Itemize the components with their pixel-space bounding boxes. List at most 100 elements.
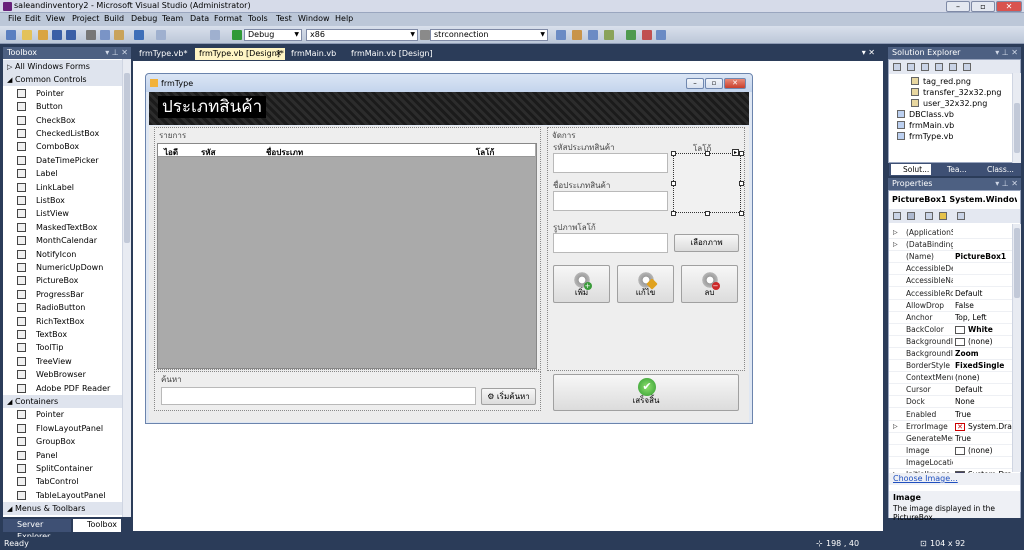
minimize-button[interactable]: – <box>946 1 970 12</box>
menu-format[interactable]: Format <box>214 14 242 23</box>
property-row[interactable]: BorderStyle FixedSingle <box>889 360 1013 373</box>
toolbox-item[interactable]: TextBox <box>3 328 123 341</box>
show-all-files-icon[interactable] <box>907 63 915 71</box>
menu-help[interactable]: Help <box>335 14 353 23</box>
toolbox-item[interactable]: WebBrowser <box>3 368 123 381</box>
grid-col-id[interactable]: ไอดี <box>164 146 178 159</box>
properties-view-icon[interactable] <box>893 63 901 71</box>
logo-picturebox[interactable]: ▸ <box>671 149 744 216</box>
delete-button[interactable]: − ลบ <box>681 265 738 303</box>
resize-handle[interactable] <box>739 211 744 216</box>
navigate-icon[interactable] <box>210 30 220 40</box>
toolbox-item[interactable]: CheckedListBox <box>3 127 123 140</box>
menu-project[interactable]: Project <box>72 14 99 23</box>
expand-icon[interactable]: ▷ <box>893 421 898 433</box>
menu-build[interactable]: Build <box>104 14 124 23</box>
solution-file[interactable]: frmMain.vb <box>897 121 954 130</box>
find-in-files-icon[interactable] <box>556 30 566 40</box>
close-button[interactable]: ✕ <box>996 1 1022 12</box>
toolbox-item[interactable]: LinkLabel <box>3 181 123 194</box>
expand-icon[interactable]: ◢ <box>7 505 12 513</box>
property-row[interactable]: BackgroundIr (none) <box>889 336 1013 348</box>
redo-icon[interactable] <box>156 30 166 40</box>
tab-frmmain-design[interactable]: frmMain.vb [Design] <box>347 48 437 60</box>
add-button[interactable]: + เพิ่ม <box>553 265 610 303</box>
view-code-icon[interactable] <box>935 63 943 71</box>
resize-handle[interactable] <box>671 151 676 156</box>
toolbox-item[interactable]: ListView <box>3 207 123 220</box>
property-row[interactable]: ContextMenu (none) <box>889 372 1013 385</box>
property-row[interactable]: GenerateMen True <box>889 433 1013 445</box>
events-icon[interactable] <box>939 212 947 220</box>
tab-frmtype-design[interactable]: frmType.vb [Design]* ✕ <box>195 48 285 60</box>
resize-handle[interactable] <box>705 211 710 216</box>
tab-overflow-icon[interactable]: ▾ ✕ <box>862 48 875 57</box>
find-icon[interactable] <box>420 30 430 40</box>
open-file-icon[interactable] <box>38 30 48 40</box>
tab-frmtype-code[interactable]: frmType.vb* <box>135 48 193 60</box>
toolbox-item[interactable]: TreeView <box>3 355 123 368</box>
menu-edit[interactable]: Edit <box>25 14 41 23</box>
toolbox-item[interactable]: Pointer <box>3 87 123 100</box>
start-debugging-icon[interactable] <box>232 30 242 40</box>
property-row[interactable]: Cursor Default <box>889 384 1013 397</box>
toolbox-item[interactable]: RadioButton <box>3 301 123 314</box>
solution-file[interactable]: DBClass.vb <box>897 110 954 119</box>
type-datagrid[interactable]: ไอดี รหัส ชื่อประเภท โลโก้ <box>157 143 537 369</box>
paste-icon[interactable] <box>114 30 124 40</box>
toolbox-item[interactable]: ToolTip <box>3 341 123 354</box>
save-icon[interactable] <box>52 30 62 40</box>
menu-team[interactable]: Team <box>162 14 183 23</box>
properties-scroll-thumb[interactable] <box>1014 228 1020 298</box>
toolbox-item[interactable]: NumericUpDown <box>3 261 123 274</box>
search-button[interactable]: ⚙ เริ่มค้นหา <box>481 388 536 405</box>
toolbox-item[interactable]: ProgressBar <box>3 288 123 301</box>
toolbox-item[interactable]: CheckBox <box>3 114 123 127</box>
start-page-icon[interactable] <box>642 30 652 40</box>
solution-platform-select[interactable]: x86 ▼ <box>306 29 418 41</box>
save-all-icon[interactable] <box>66 30 76 40</box>
choose-image-link[interactable]: Choose Image... <box>893 474 958 483</box>
toolbox-category[interactable]: ▷ All Windows Forms <box>3 60 123 73</box>
add-item-icon[interactable] <box>22 30 32 40</box>
alphabetical-icon[interactable] <box>907 212 915 220</box>
toolbox-item[interactable]: Button <box>3 100 123 113</box>
expand-icon[interactable]: ▷ <box>7 63 12 71</box>
properties-icon[interactable] <box>588 30 598 40</box>
toolbox-icon[interactable] <box>626 30 636 40</box>
property-row[interactable]: Anchor Top, Left <box>889 312 1013 324</box>
properties-scrollbar[interactable] <box>1012 224 1021 472</box>
tab-class-view[interactable]: Class... <box>975 164 1014 175</box>
extension-manager-icon[interactable] <box>656 30 666 40</box>
toolbox-item[interactable]: Label <box>3 167 123 180</box>
expand-icon[interactable]: ◢ <box>7 398 12 406</box>
cut-icon[interactable] <box>86 30 96 40</box>
menu-test[interactable]: Test <box>276 14 292 23</box>
toolbox-item[interactable]: FlowLayoutPanel <box>3 422 123 435</box>
menu-tools[interactable]: Tools <box>248 14 268 23</box>
menu-debug[interactable]: Debug <box>131 14 157 23</box>
toolbox-category[interactable]: ◢ Containers <box>3 395 123 408</box>
solution-explorer-pin-icon[interactable]: ▾ ⊥ ✕ <box>995 47 1018 59</box>
resize-handle[interactable] <box>671 181 676 186</box>
logo-path-input[interactable] <box>553 233 668 253</box>
property-row[interactable]: BackgroundIr Zoom <box>889 348 1013 360</box>
toolbox-tab[interactable]: Toolbox <box>73 519 121 532</box>
class-diagram-icon[interactable] <box>963 63 971 71</box>
done-button[interactable]: ✔ เสร็จสิ้น <box>553 374 739 411</box>
solution-scroll-thumb[interactable] <box>1014 103 1020 153</box>
toolbox-item[interactable]: Adobe PDF Reader <box>3 382 123 395</box>
object-browser-icon[interactable] <box>604 30 614 40</box>
property-row[interactable]: ▷ ErrorImage ✕ System.Dra <box>889 421 1013 433</box>
edit-button[interactable]: แก้ไข <box>617 265 674 303</box>
solution-file[interactable]: frmType.vb <box>897 132 954 141</box>
type-name-input[interactable] <box>553 191 668 211</box>
toolbox-category[interactable]: ◢ Common Controls <box>3 73 123 87</box>
undo-icon[interactable] <box>134 30 144 40</box>
property-row[interactable]: Image (none) <box>889 445 1013 457</box>
property-row[interactable]: (Name) PictureBox1 <box>889 251 1013 264</box>
resize-handle[interactable] <box>705 151 710 156</box>
toolbox-item[interactable]: MaskedTextBox <box>3 221 123 234</box>
smart-tag-icon[interactable]: ▸ <box>732 149 739 156</box>
toolbox-item[interactable]: Pointer <box>3 516 123 517</box>
